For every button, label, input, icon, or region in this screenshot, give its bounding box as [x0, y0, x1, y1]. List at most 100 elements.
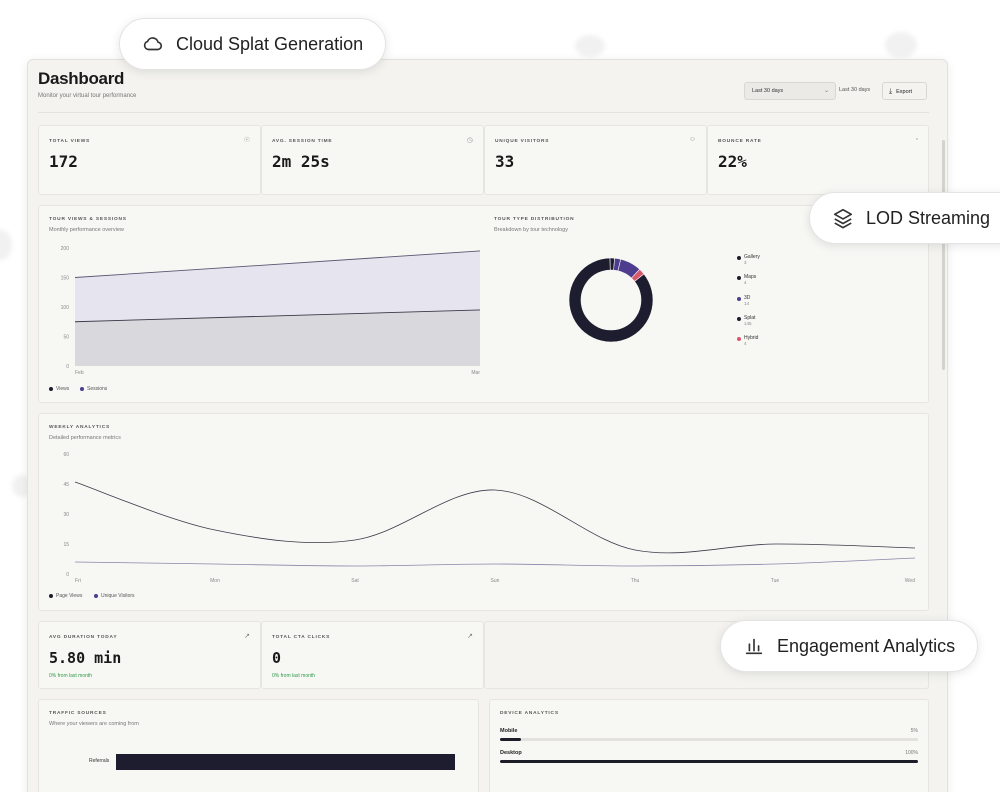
traffic-bar-referrals — [116, 754, 455, 770]
y-tick-label: 30 — [63, 512, 69, 518]
chart-subtitle: Detailed performance metrics — [49, 435, 121, 441]
legend-page-views: Page Views — [49, 593, 82, 599]
chart-title: TOUR VIEWS & SESSIONS — [49, 217, 127, 222]
y-tick-label: 0 — [66, 572, 69, 578]
legend-label: Unique Visitors — [101, 593, 135, 599]
metric-value: 5.80 min — [49, 649, 122, 667]
metric-change: 0% from last month — [272, 673, 316, 679]
background-blob — [0, 230, 12, 260]
metric-label: AVG DURATION TODAY — [49, 635, 118, 640]
x-tick-label: Fri — [75, 578, 81, 584]
device-fill — [500, 760, 918, 763]
legend-count: 145 — [744, 321, 752, 326]
legend-count: 4 — [744, 280, 747, 285]
scrollbar[interactable] — [942, 140, 945, 370]
stat-card-avg-session: AVG. SESSION TIME 2m 25s ◷ — [261, 125, 484, 195]
page-subtitle: Monitor your virtual tour performance — [38, 93, 137, 99]
legend-dot — [94, 594, 98, 598]
eye-icon: ☉ — [243, 137, 250, 144]
line-unique-visitors — [74, 557, 916, 567]
chart-title: TRAFFIC SOURCES — [49, 711, 107, 716]
y-tick-label: 60 — [63, 452, 69, 458]
device-pct: 100% — [905, 750, 918, 756]
device-track — [500, 760, 918, 763]
legend-dot — [737, 276, 741, 280]
chip-cloud-splat: Cloud Splat Generation — [119, 18, 387, 70]
legend-unique-visitors: Unique Visitors — [94, 593, 135, 599]
trend-up-icon: ↗ — [244, 633, 250, 640]
device-fill — [500, 738, 521, 741]
pie-legend-maps: Maps 4 — [737, 274, 756, 286]
pie-legend-splat: Splat 145 — [737, 315, 755, 327]
legend-dot — [80, 387, 84, 391]
legend-views: Views — [49, 386, 69, 392]
device-label: Desktop — [500, 750, 522, 756]
dashboard-window: Dashboard Monitor your virtual tour perf… — [27, 59, 948, 792]
date-range-value: Last 30 days — [752, 88, 784, 94]
x-tick-label: Thu — [631, 578, 640, 584]
x-tick-label: Sun — [491, 578, 500, 584]
weekly-analytics-card: WEEKLY ANALYTICS Detailed performance me… — [38, 413, 929, 611]
export-label: Export — [896, 89, 913, 95]
chart-title: WEEKLY ANALYTICS — [49, 425, 110, 430]
chart-subtitle: Monthly performance overview — [49, 227, 124, 233]
legend-dot — [737, 297, 741, 301]
x-tick-label: Tue — [771, 578, 780, 584]
download-icon: ⤓ — [889, 88, 893, 95]
device-row-mobile: Mobile 5% — [500, 728, 918, 741]
x-tick-label: Mar — [471, 370, 480, 376]
weekly-line-chart: 60 45 30 15 0 Fri Mon Sat Sun Thu Tue Wed — [63, 452, 916, 584]
y-tick-label: 0 — [66, 364, 69, 370]
pie-legend-hybrid: Hybrid 4 — [737, 335, 758, 347]
legend-label: Page Views — [56, 593, 83, 599]
y-tick-label: 100 — [61, 305, 70, 311]
metric-label: TOTAL CTA CLICKS — [272, 635, 331, 640]
device-track — [500, 738, 918, 741]
export-button[interactable]: ⤓ Export — [882, 82, 927, 100]
legend-dot — [737, 256, 741, 260]
metric-value: 0 — [272, 649, 282, 667]
y-tick-label: 45 — [63, 482, 69, 488]
metric-card-avg-duration: AVG DURATION TODAY 5.80 min 0% from last… — [38, 621, 261, 689]
x-tick-label: Wed — [905, 578, 915, 584]
user-icon: ☺ — [688, 136, 696, 143]
chip-label: Cloud Splat Generation — [176, 33, 364, 54]
pie-legend-gallery: Gallery 3 — [737, 254, 760, 266]
chevron-down-icon: ⌄ — [823, 88, 829, 94]
y-tick-label: 150 — [61, 276, 70, 282]
chart-subtitle: Breakdown by tour technology — [494, 227, 568, 233]
chip-engagement-analytics: Engagement Analytics — [720, 620, 979, 672]
chip-lod-streaming: LOD Streaming — [809, 192, 1000, 244]
legend-count: 3 — [744, 260, 747, 265]
tour-views-chart: 200 150 100 50 0 Feb Mar — [61, 246, 481, 376]
y-tick-label: 50 — [63, 335, 69, 341]
chip-label: LOD Streaming — [866, 207, 991, 228]
legend-label: Sessions — [87, 386, 108, 392]
tour-charts-card: TOUR VIEWS & SESSIONS Monthly performanc… — [38, 205, 929, 403]
stat-card-unique-visitors: UNIQUE VISITORS 33 ☺ — [484, 125, 707, 195]
legend-label: Views — [56, 386, 70, 392]
date-range-select[interactable]: Last 30 days ⌄ — [744, 82, 836, 100]
line-page-views — [74, 481, 916, 554]
legend-dot — [49, 387, 53, 391]
stat-value: 172 — [49, 152, 78, 171]
page-title: Dashboard — [38, 69, 125, 88]
background-blob — [575, 35, 605, 57]
chart-title: DEVICE ANALYTICS — [500, 711, 559, 716]
legend-count: 14 — [744, 301, 750, 306]
legend-sessions: Sessions — [80, 386, 107, 392]
tour-type-donut — [568, 257, 654, 343]
clock-icon: ◷ — [466, 137, 473, 144]
legend-count: 4 — [744, 341, 747, 346]
x-tick-label: Feb — [75, 370, 84, 376]
chart-subtitle: Where your viewers are coming from — [49, 721, 139, 727]
bar-chart-icon — [745, 638, 763, 655]
area-views — [75, 250, 480, 322]
x-tick-label: Sat — [351, 578, 359, 584]
stat-label: TOTAL VIEWS — [49, 139, 91, 144]
device-analytics-card: DEVICE ANALYTICS Mobile 5% Desktop 100% — [489, 699, 929, 792]
cloud-icon — [143, 37, 163, 51]
pie-legend-3d: 3D 14 — [737, 295, 750, 307]
layers-icon — [833, 208, 853, 229]
device-pct: 5% — [910, 728, 918, 734]
